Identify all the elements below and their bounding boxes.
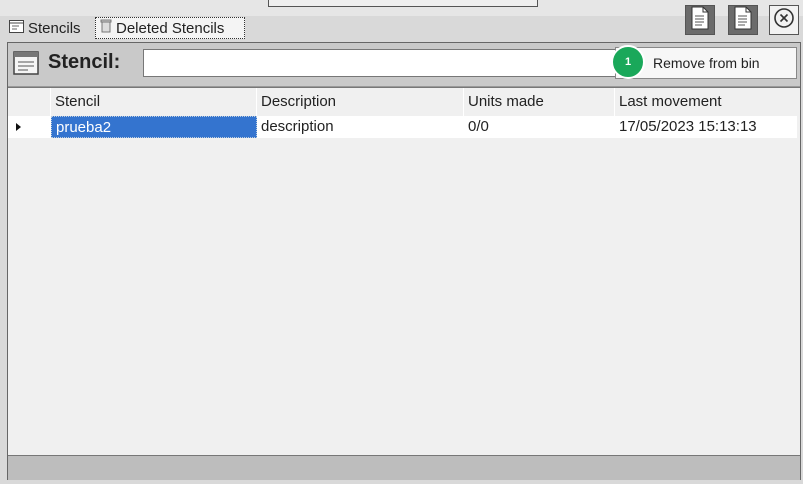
table-row[interactable]: prueba2 description 0/0 17/05/2023 15:13… bbox=[8, 116, 797, 138]
document-export-icon bbox=[690, 6, 710, 35]
column-header-description[interactable]: Description bbox=[257, 88, 464, 116]
stencils-grid: Stencil Description Units made Last move… bbox=[8, 87, 800, 454]
remove-from-bin-label: Remove from bin bbox=[653, 55, 760, 71]
close-circle-icon bbox=[773, 7, 795, 34]
cell-last-movement[interactable]: 17/05/2023 15:13:13 bbox=[615, 116, 795, 138]
filter-bar: Stencil: Remove from bin 1 bbox=[8, 43, 800, 87]
current-row-arrow-icon bbox=[16, 123, 21, 131]
tab-stencils-label: Stencils bbox=[28, 19, 81, 37]
trash-icon bbox=[100, 19, 112, 37]
column-header-units-made[interactable]: Units made bbox=[464, 88, 615, 116]
tab-deleted-stencils[interactable]: Deleted Stencils bbox=[95, 17, 245, 39]
stencil-icon bbox=[9, 19, 24, 37]
tab-deleted-stencils-label: Deleted Stencils bbox=[116, 19, 225, 37]
stencil-icon bbox=[13, 51, 39, 80]
export-button-2[interactable] bbox=[728, 5, 758, 35]
top-panel-edge bbox=[268, 0, 538, 7]
deleted-stencils-panel: Stencil: Remove from bin 1 Stencil Descr… bbox=[7, 42, 801, 480]
cell-stencil[interactable]: prueba2 bbox=[51, 116, 257, 138]
stencil-filter-label: Stencil: bbox=[48, 51, 121, 73]
document-export-icon bbox=[733, 6, 753, 35]
tab-stencils[interactable]: Stencils bbox=[9, 17, 95, 39]
close-button[interactable] bbox=[769, 5, 799, 35]
column-header-last-movement[interactable]: Last movement bbox=[615, 88, 795, 116]
cell-description[interactable]: description bbox=[257, 116, 464, 138]
row-indicator-header bbox=[8, 88, 51, 116]
stencil-filter-input[interactable] bbox=[143, 49, 623, 77]
export-button-1[interactable] bbox=[685, 5, 715, 35]
row-indicator bbox=[8, 116, 51, 138]
cell-units-made[interactable]: 0/0 bbox=[464, 116, 615, 138]
step-badge: 1 bbox=[611, 45, 645, 79]
column-header-stencil[interactable]: Stencil bbox=[51, 88, 257, 116]
status-bar bbox=[8, 455, 800, 480]
